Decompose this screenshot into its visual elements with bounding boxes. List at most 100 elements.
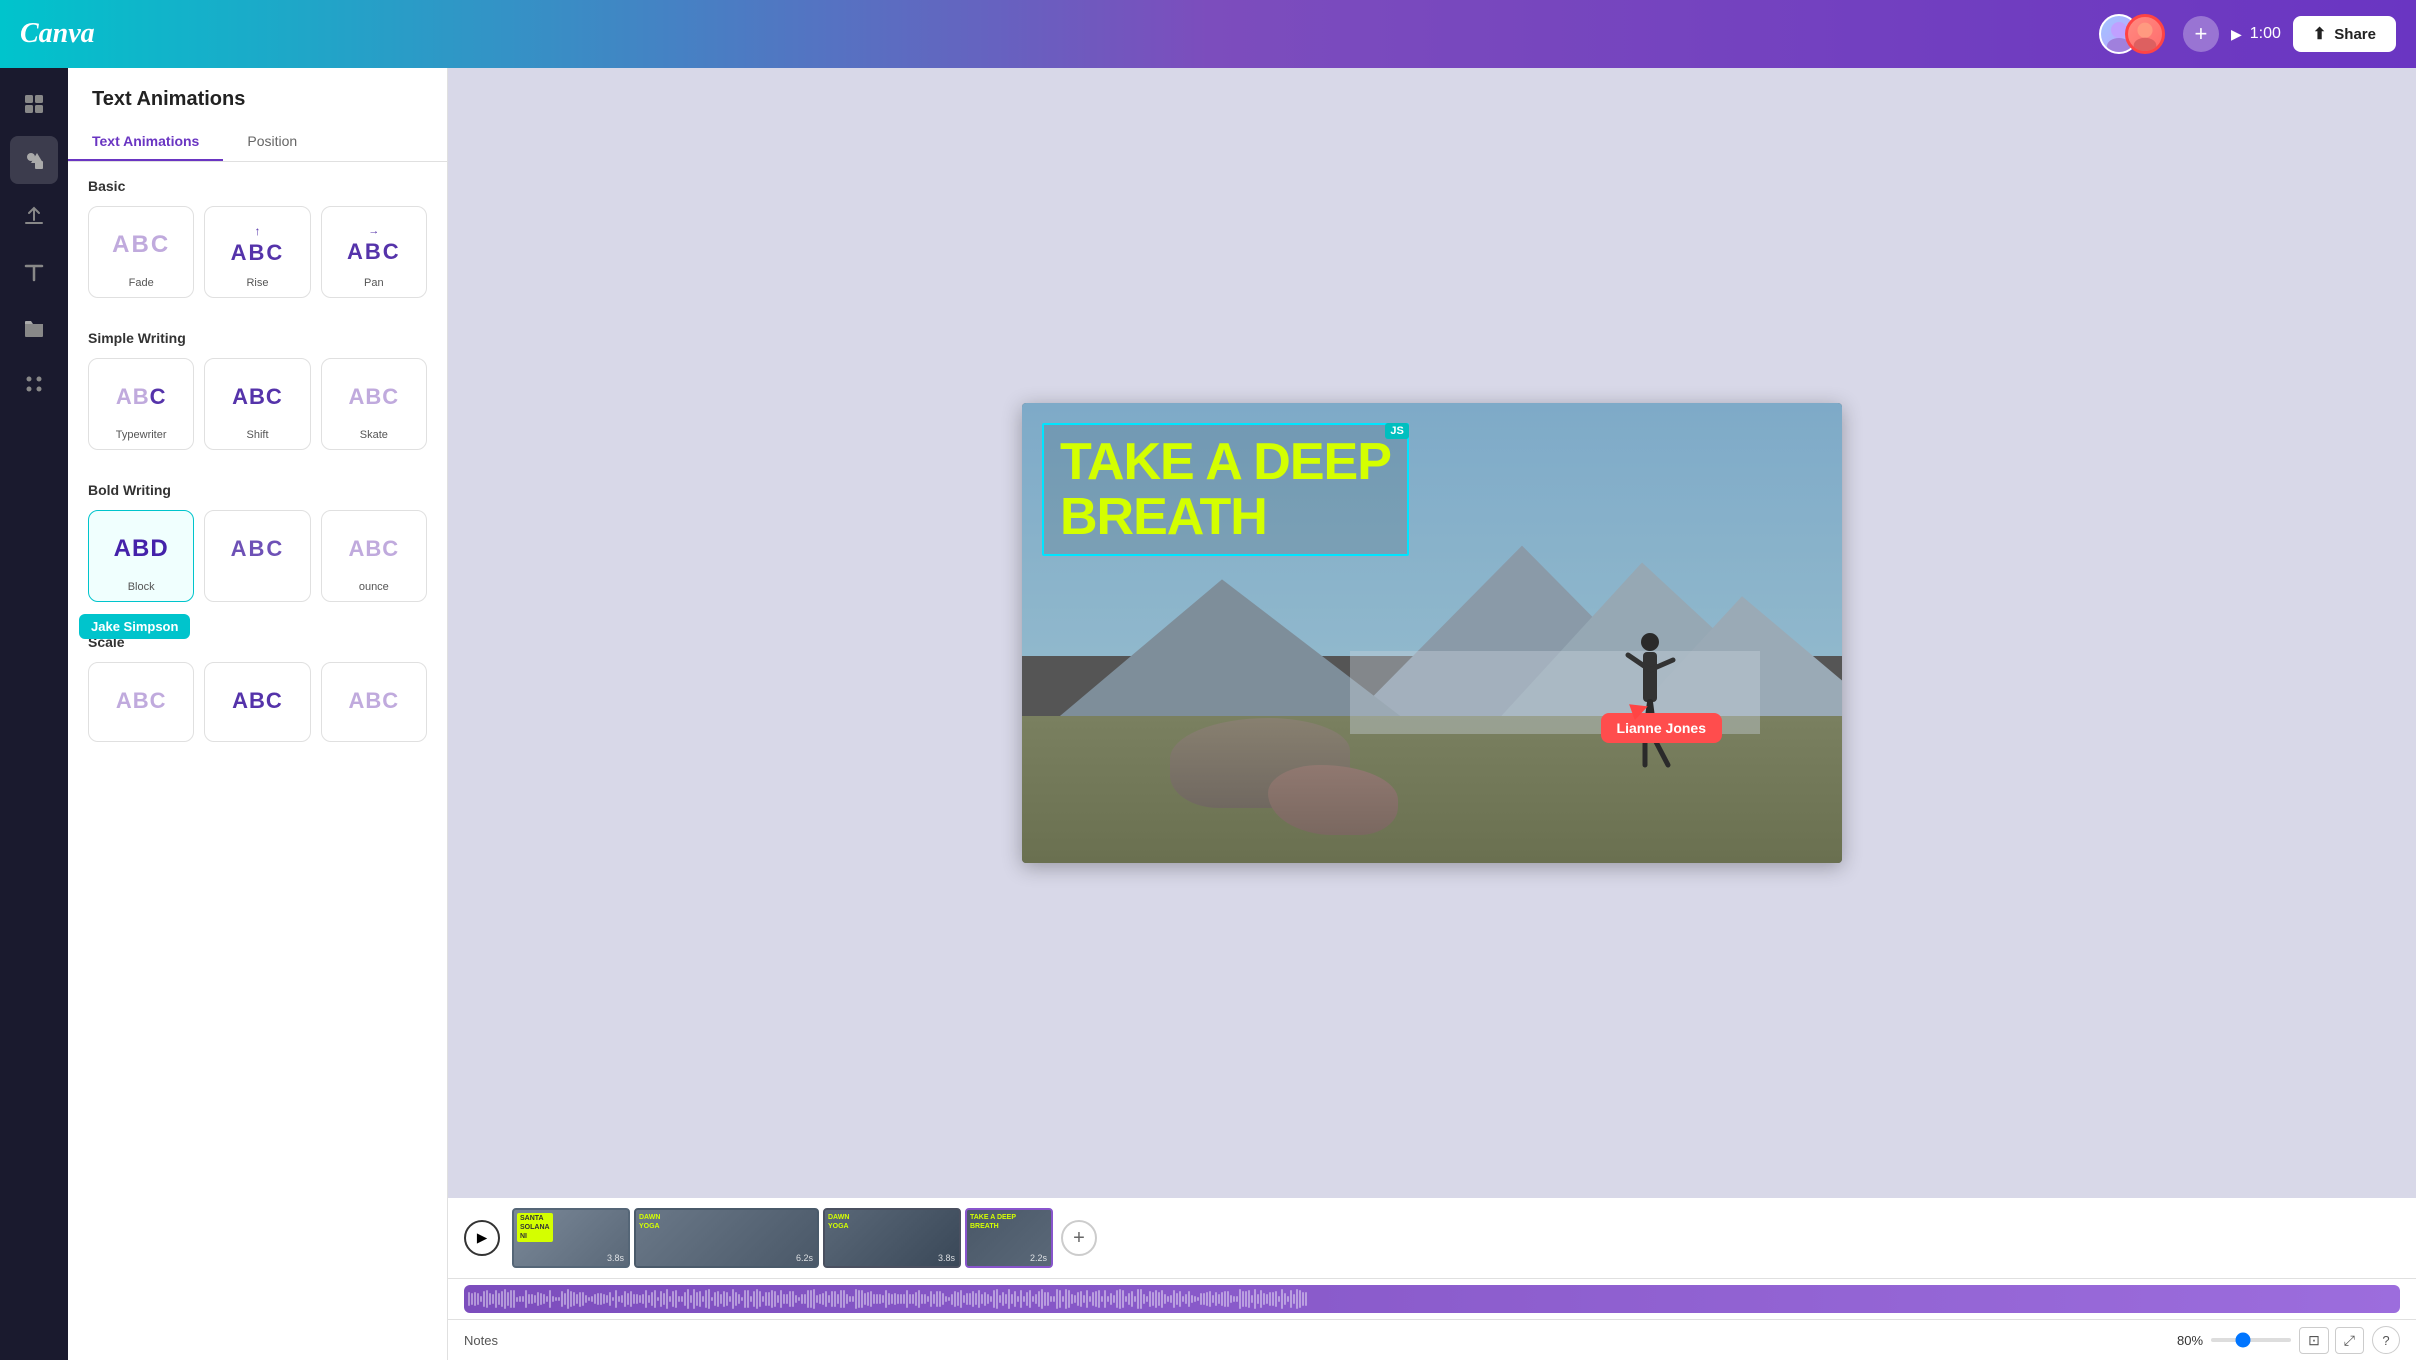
timeline-clip-3[interactable]: DAWNYOGA 3.8s	[823, 1208, 961, 1268]
rise-arrow-icon: ↑	[231, 224, 285, 238]
wave-bar	[1017, 1296, 1019, 1301]
sidebar-item-folder[interactable]	[10, 304, 58, 352]
text-overlay-box[interactable]: JS TAKE A DEEP BREATH	[1042, 423, 1409, 556]
wave-bar	[1074, 1295, 1076, 1304]
anim-text-scale3: ABC	[348, 688, 399, 714]
wave-bar	[879, 1294, 881, 1304]
wave-bar	[477, 1293, 479, 1304]
wave-bar	[1173, 1290, 1175, 1307]
wave-bar	[543, 1294, 545, 1304]
wave-bar	[1146, 1296, 1148, 1303]
wave-bar	[705, 1290, 707, 1308]
help-button[interactable]: ?	[2372, 1326, 2400, 1354]
wave-bar	[693, 1289, 695, 1309]
wave-bar	[1221, 1292, 1223, 1306]
anim-card-skate[interactable]: ABC Skate	[321, 358, 427, 450]
wave-bar	[627, 1293, 629, 1305]
wave-bar	[1140, 1289, 1142, 1309]
timeline-clip-4[interactable]: TAKE A DEEPBREATH 2.2s	[965, 1208, 1053, 1268]
wave-bar	[900, 1294, 902, 1303]
wave-bar	[492, 1294, 494, 1303]
wave-bar	[885, 1290, 887, 1308]
tab-text-animations[interactable]: Text Animations	[68, 123, 223, 161]
anim-card-rise[interactable]: ↑ ABC Rise	[204, 206, 310, 298]
wave-bar	[549, 1290, 551, 1307]
share-button[interactable]: ⬆ Share	[2293, 16, 2396, 52]
anim-card-scale2[interactable]: ABC	[204, 662, 310, 742]
clip-2-photo	[636, 1210, 817, 1266]
wave-bar	[873, 1294, 875, 1305]
wave-bar	[546, 1296, 548, 1302]
anim-preview-bounce: ABC	[330, 523, 418, 575]
wave-bar	[843, 1290, 845, 1308]
clip-2-duration: 6.2s	[796, 1253, 813, 1263]
timeline-clip-1[interactable]: SANTASOLANANI 3.8s	[512, 1208, 630, 1268]
sidebar-item-elements[interactable]	[10, 136, 58, 184]
wave-bar	[1257, 1294, 1259, 1304]
clip-1-duration: 3.8s	[607, 1253, 624, 1263]
wave-bar	[1278, 1296, 1280, 1301]
anim-card-shift[interactable]: ABC Shift	[204, 358, 310, 450]
wave-bar	[912, 1294, 914, 1304]
sidebar-item-apps[interactable]	[10, 360, 58, 408]
wave-bar	[1128, 1293, 1130, 1306]
wave-bar	[828, 1295, 830, 1303]
anim-text-shift: ABC	[232, 384, 283, 410]
wave-bar	[1122, 1290, 1124, 1308]
anim-card-bounce[interactable]: ABC ounce	[321, 510, 427, 602]
play-button-timeline[interactable]: ▶	[464, 1220, 500, 1256]
wave-bar	[498, 1293, 500, 1304]
audio-track[interactable]	[464, 1285, 2400, 1313]
wave-bar	[1275, 1291, 1277, 1307]
wave-bar	[975, 1293, 977, 1306]
wave-bar	[588, 1297, 590, 1302]
add-collaborator-button[interactable]: +	[2183, 16, 2219, 52]
anim-card-pan[interactable]: → ABC Pan	[321, 206, 427, 298]
wave-bar	[1266, 1294, 1268, 1304]
anim-card-scale3[interactable]: ABC	[321, 662, 427, 742]
wave-bar	[1068, 1290, 1070, 1308]
notes-label[interactable]: Notes	[464, 1333, 498, 1348]
wave-bar	[1161, 1290, 1163, 1308]
play-icon-header[interactable]: ▶	[2231, 26, 2242, 43]
wave-bar	[942, 1293, 944, 1304]
wave-bar	[480, 1296, 482, 1301]
view-expand-button[interactable]: ⤢	[2335, 1327, 2364, 1354]
zoom-slider[interactable]	[2211, 1338, 2291, 1342]
wave-bar	[486, 1290, 488, 1309]
wave-bar	[504, 1289, 506, 1308]
sidebar-item-grid[interactable]	[10, 80, 58, 128]
wave-bar	[1014, 1291, 1016, 1307]
wave-bar	[1083, 1295, 1085, 1303]
wave-bar	[1137, 1289, 1139, 1308]
sidebar-item-text[interactable]	[10, 248, 58, 296]
wave-bar	[951, 1294, 953, 1305]
wave-bar	[939, 1291, 941, 1307]
wave-bar	[978, 1290, 980, 1308]
anim-card-fade[interactable]: ABC Fade	[88, 206, 194, 298]
anim-preview-typewriter: ABC	[97, 371, 185, 423]
wave-bar	[867, 1292, 869, 1307]
wave-bar	[1032, 1296, 1034, 1302]
wave-bar	[861, 1290, 863, 1309]
view-fit-button[interactable]: ⊡	[2299, 1327, 2329, 1354]
wave-bar	[501, 1291, 503, 1307]
anim-card-typewriter[interactable]: ABC Typewriter	[88, 358, 194, 450]
wave-bar	[807, 1290, 809, 1309]
wave-bar	[594, 1294, 596, 1303]
anim-card-scale1[interactable]: ABC	[88, 662, 194, 742]
sidebar-item-upload[interactable]	[10, 192, 58, 240]
add-clip-button[interactable]: +	[1061, 1220, 1097, 1256]
tab-position[interactable]: Position	[223, 123, 321, 161]
wave-bar	[819, 1294, 821, 1303]
wave-bar	[1206, 1292, 1208, 1306]
anim-card-block[interactable]: ABD Block Jake Simpson	[88, 510, 194, 602]
wave-bar	[996, 1289, 998, 1308]
timeline-clip-2[interactable]: DAWNYOGA 6.2s	[634, 1208, 819, 1268]
wave-bar	[729, 1296, 731, 1302]
avatar-user2[interactable]	[2125, 14, 2165, 54]
wave-bar	[642, 1294, 644, 1304]
wave-bar	[537, 1292, 539, 1307]
wave-bar	[510, 1290, 512, 1307]
anim-card-stomp[interactable]: ABC	[204, 510, 310, 602]
